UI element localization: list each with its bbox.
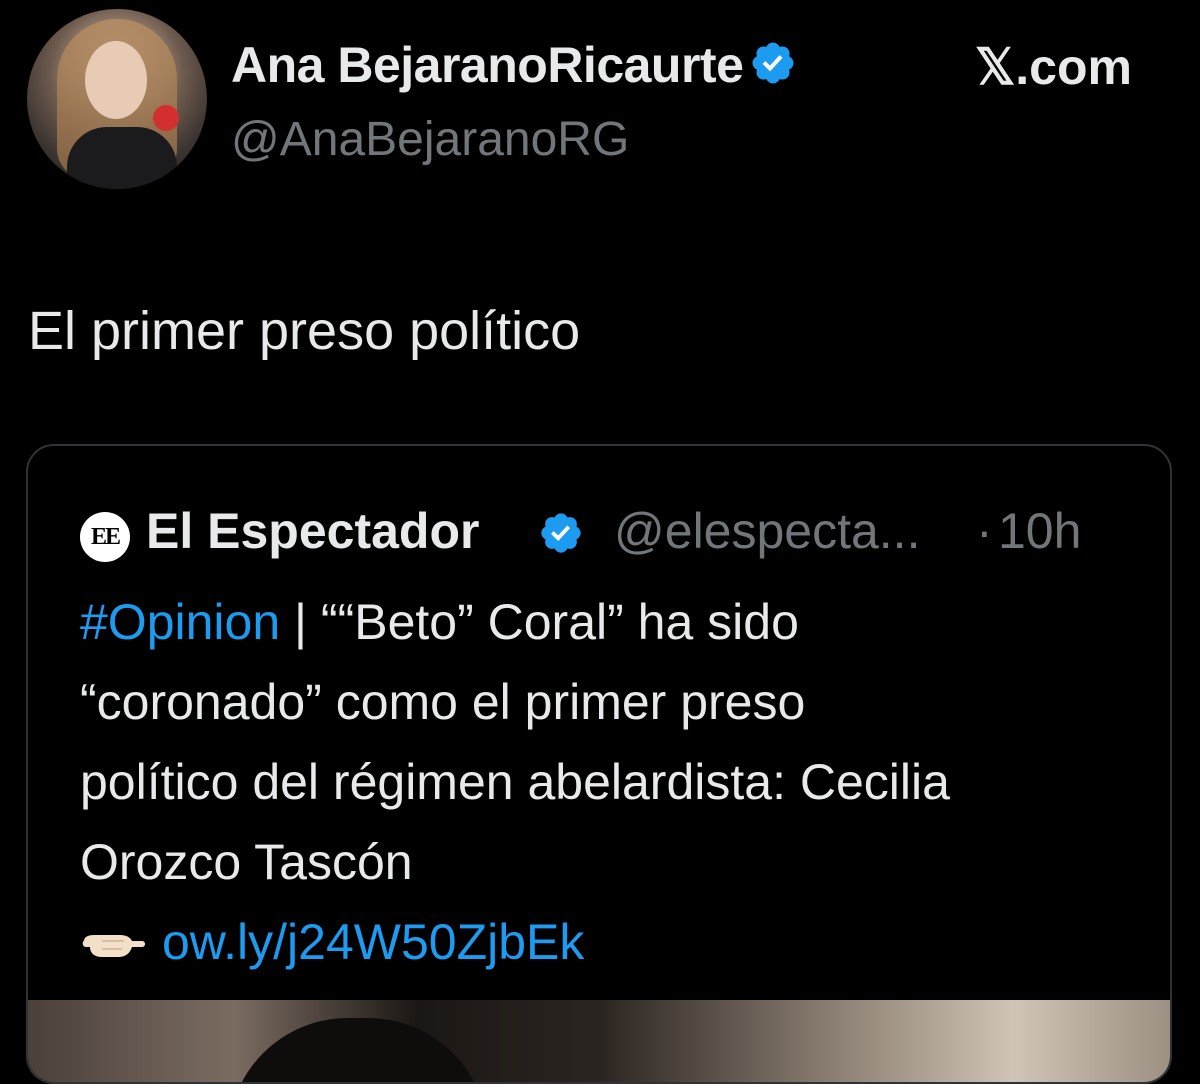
tweet-text: El primer preso político xyxy=(28,301,581,361)
verified-badge-icon xyxy=(749,39,797,99)
avatar-face xyxy=(85,41,147,119)
x-logo-icon: 𝕏.com xyxy=(975,39,1132,95)
pointing-left-hand-icon xyxy=(80,906,148,986)
quoted-tweet-header: EE El Espectador @elespecta... · 10h xyxy=(80,498,1140,562)
quoted-tweet-body: #Opinion | ““Beto” Coral” ha sido “coron… xyxy=(80,582,1140,986)
quoted-author-name[interactable]: El Espectador xyxy=(146,502,479,560)
image-subject xyxy=(228,1018,488,1082)
avatar-body xyxy=(67,127,177,189)
quoted-text-line: #Opinion | ““Beto” Coral” ha sido xyxy=(80,582,1140,662)
tweet-header: Ana BejaranoRicaurte @AnaBejaranoRG 𝕏.co… xyxy=(0,0,1200,200)
quoted-text-line: “coronado” como el primer preso xyxy=(80,674,806,730)
quoted-author-handle[interactable]: @elespecta... xyxy=(614,502,920,560)
quoted-text-line: político del régimen abelardista: Cecili… xyxy=(80,754,950,810)
quoted-tweet-image[interactable] xyxy=(28,1000,1170,1082)
author-name[interactable]: Ana BejaranoRicaurte xyxy=(231,36,797,99)
hashtag-link[interactable]: #Opinion xyxy=(80,594,280,650)
el-espectador-logo-icon: EE xyxy=(80,512,130,562)
author-avatar[interactable] xyxy=(27,9,207,189)
quoted-link-line: ow.ly/j24W50ZjbEk xyxy=(80,902,1140,986)
separator-dot: · xyxy=(976,503,993,559)
quoted-tweet-card[interactable]: EE El Espectador @elespecta... · 10h #Op… xyxy=(26,444,1172,1084)
author-name-text: Ana BejaranoRicaurte xyxy=(231,37,744,93)
shortened-link[interactable]: ow.ly/j24W50ZjbEk xyxy=(162,914,584,970)
verified-badge-icon xyxy=(538,510,584,561)
avatar-microphone xyxy=(153,105,179,131)
author-handle[interactable]: @AnaBejaranoRG xyxy=(231,112,629,167)
quoted-text-fragment: | ““Beto” Coral” ha sido xyxy=(280,594,799,650)
quoted-tweet-time[interactable]: 10h xyxy=(998,502,1081,560)
quoted-text-line: Orozco Tascón xyxy=(80,834,413,890)
